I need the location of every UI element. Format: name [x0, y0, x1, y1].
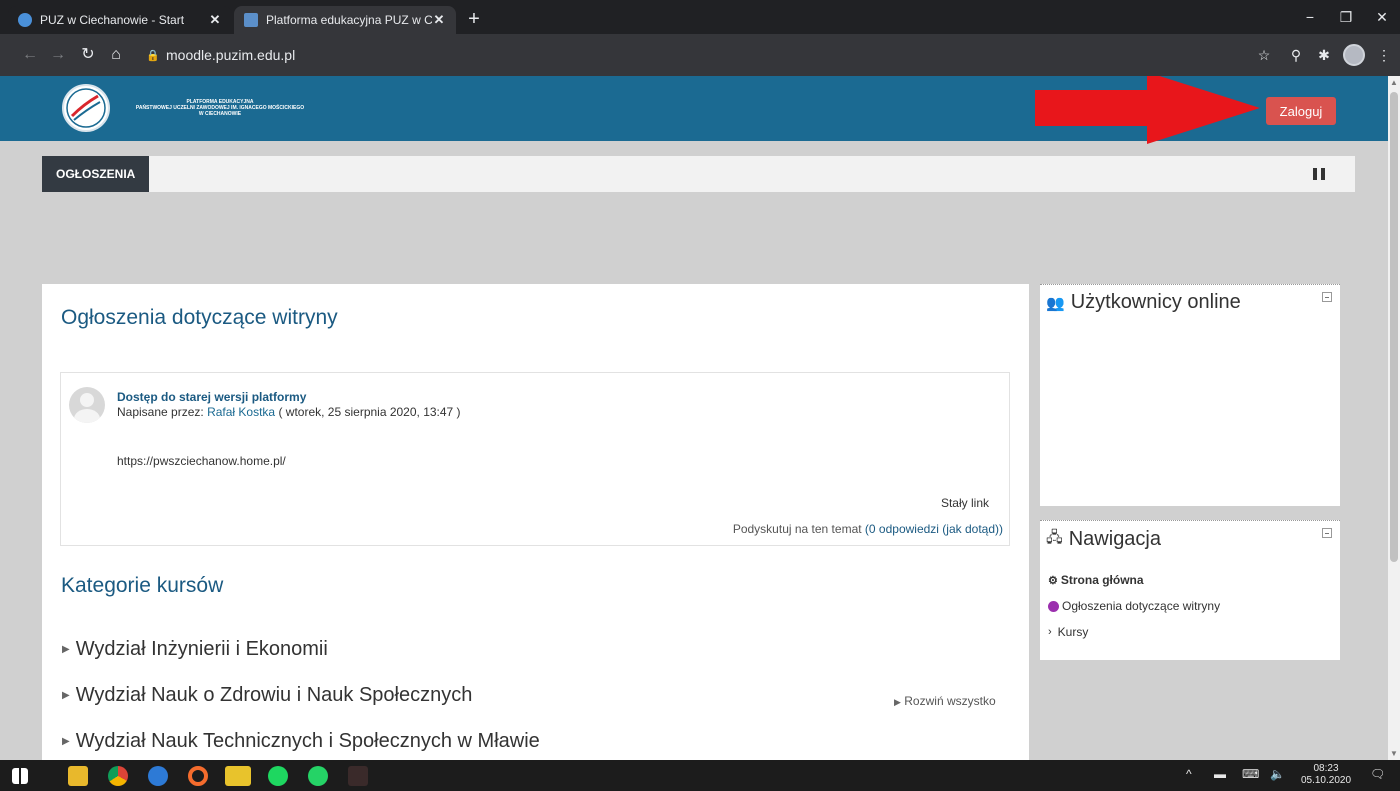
menu-item-announcements[interactable]: OGŁOSZENIA	[42, 156, 150, 192]
collapse-block-icon[interactable]	[1322, 528, 1332, 538]
restore-icon[interactable]: ❐	[1328, 0, 1364, 34]
location-pin-icon[interactable]: ⚲	[1286, 45, 1306, 65]
dashboard-icon: ⚙	[1048, 574, 1058, 587]
url-text: moodle.puzim.edu.pl	[166, 47, 296, 63]
clock-date: 05.10.2020	[1300, 775, 1352, 786]
network-icon[interactable]: ⌨	[1242, 767, 1259, 781]
app-icon[interactable]	[148, 766, 168, 786]
system-clock[interactable]: 08:23 05.10.2020	[1296, 763, 1356, 787]
nav-item-announcements[interactable]: Ogłoszenia dotyczące witryny	[1048, 599, 1220, 613]
dn-app-icon[interactable]	[225, 766, 251, 786]
logo-text: PLATFORMA EDUKACYJNA PAŃSTWOWEJ UCZELNI …	[135, 99, 305, 117]
close-tab-icon[interactable]: ✕	[208, 12, 222, 28]
online-users-block: 👥 Użytkownicy online	[1040, 284, 1340, 506]
replies-count[interactable]: (0 odpowiedzi (jak dotąd))	[865, 522, 1003, 536]
main-content: Ogłoszenia dotyczące witryny Dostęp do s…	[42, 284, 1029, 760]
bookmark-star-icon[interactable]: ☆	[1254, 45, 1274, 65]
university-logo[interactable]	[62, 84, 110, 132]
post-body: https://pwszciechanow.home.pl/	[117, 454, 286, 468]
category-item[interactable]: ▶ Wydział Nauk Technicznych i Społecznych…	[62, 730, 540, 753]
browser-tabstrip: PUZ w Ciechanowie - Start ✕ Platforma ed…	[0, 0, 1400, 34]
chevron-right-icon: ›	[1048, 626, 1052, 638]
scroll-down-icon[interactable]: ▼	[1388, 749, 1400, 758]
post-meta: Napisane przez: Rafał Kostka ( wtorek, 2…	[117, 405, 461, 419]
tab-title: PUZ w Ciechanowie - Start	[40, 13, 185, 27]
red-arrow-annotation-icon	[1035, 76, 1260, 144]
page-scrollbar[interactable]: ▲ ▼	[1388, 76, 1400, 760]
tab-platforma[interactable]: Platforma edukacyjna PUZ w Cie ✕	[234, 6, 456, 34]
address-bar[interactable]: 🔒 moodle.puzim.edu.pl	[140, 40, 1230, 70]
logo-swoosh-icon	[66, 88, 106, 128]
user-avatar-icon	[69, 387, 105, 423]
whatsapp-icon[interactable]	[308, 766, 328, 786]
new-tab-button[interactable]: +	[462, 8, 486, 32]
home-icon[interactable]: ⌂	[106, 45, 126, 65]
spotify-icon[interactable]	[268, 766, 288, 786]
windows-start-icon[interactable]	[12, 768, 28, 784]
close-tab-icon[interactable]: ✕	[432, 12, 446, 28]
announcements-title[interactable]: Ogłoszenia dotyczące witryny	[61, 306, 338, 330]
forum-post: Dostęp do starej wersji platformy Napisa…	[60, 372, 1010, 546]
extensions-puzzle-icon[interactable]: ✱	[1314, 45, 1334, 65]
forward-icon[interactable]: →	[48, 45, 68, 65]
permalink-link[interactable]: Stały link	[941, 496, 989, 510]
tray-chevron-icon[interactable]: ^	[1186, 767, 1192, 781]
custom-menu-bar: OGŁOSZENIA	[42, 156, 1355, 192]
login-button[interactable]: Zaloguj	[1266, 97, 1336, 125]
triangle-right-icon: ▶	[62, 736, 70, 748]
triangle-right-icon: ▶	[894, 697, 901, 707]
scroll-thumb[interactable]	[1390, 92, 1398, 562]
course-categories-title: Kategorie kursów	[61, 574, 224, 597]
origin-icon[interactable]	[188, 766, 208, 786]
navigation-block: 🖧 Nawigacja ⚙ Strona główna Ogłoszenia d…	[1040, 520, 1340, 660]
site-favicon-icon	[18, 13, 32, 27]
battery-icon[interactable]: ▬	[1214, 767, 1226, 781]
profile-avatar[interactable]	[1343, 44, 1365, 66]
file-explorer-icon[interactable]	[68, 766, 88, 786]
category-item[interactable]: ▶ Wydział Inżynierii i Ekonomii	[62, 638, 328, 661]
moodle-favicon-icon	[244, 13, 258, 27]
triangle-right-icon: ▶	[62, 690, 70, 702]
back-icon[interactable]: ←	[20, 45, 40, 65]
triangle-right-icon: ▶	[62, 644, 70, 656]
tab-puz-start[interactable]: PUZ w Ciechanowie - Start ✕	[8, 6, 232, 34]
category-item[interactable]: ▶ Wydział Nauk o Zdrowiu i Nauk Społeczny…	[62, 684, 472, 707]
scroll-up-icon[interactable]: ▲	[1388, 78, 1400, 87]
reload-icon[interactable]: ↻	[78, 45, 98, 65]
game-app-icon[interactable]	[348, 766, 368, 786]
expand-all-link[interactable]: ▶ Rozwiń wszystko	[894, 694, 996, 708]
windows-taskbar: ^ ▬ ⌨ 🔈 08:23 05.10.2020 🗨	[0, 760, 1400, 791]
discuss-link[interactable]: Podyskutuj na ten temat (0 odpowiedzi (j…	[733, 522, 1003, 536]
post-author-link[interactable]: Rafał Kostka	[207, 405, 275, 419]
close-window-icon[interactable]: ✕	[1364, 0, 1400, 34]
forum-icon	[1048, 600, 1059, 612]
nav-item-home[interactable]: ⚙ Strona główna	[1048, 573, 1144, 587]
online-users-title: 👥 Użytkownicy online	[1046, 291, 1241, 313]
menu-kebab-icon[interactable]: ⋮	[1374, 45, 1394, 65]
browser-toolbar: ← → ↻ ⌂ 🔒 moodle.puzim.edu.pl ☆ ⚲ ✱ ⋮	[0, 34, 1400, 76]
nav-item-courses[interactable]: › Kursy	[1048, 625, 1088, 639]
chrome-icon[interactable]	[108, 766, 128, 786]
post-subject[interactable]: Dostęp do starej wersji platformy	[117, 390, 306, 404]
pause-icon[interactable]	[1313, 168, 1325, 180]
clock-time: 08:23	[1313, 763, 1339, 774]
post-date: ( wtorek, 25 sierpnia 2020, 13:47 )	[278, 405, 461, 419]
tab-title: Platforma edukacyjna PUZ w Cie	[266, 13, 432, 27]
collapse-block-icon[interactable]	[1322, 292, 1332, 302]
volume-icon[interactable]: 🔈	[1270, 767, 1285, 781]
users-group-icon: 👥	[1046, 294, 1065, 312]
sitemap-icon: 🖧	[1046, 529, 1063, 546]
lock-icon: 🔒	[146, 49, 160, 62]
notifications-icon[interactable]: 🗨	[1370, 767, 1385, 781]
page-viewport: PLATFORMA EDUKACYJNA PAŃSTWOWEJ UCZELNI …	[0, 76, 1388, 760]
navigation-title: 🖧 Nawigacja	[1046, 528, 1161, 550]
minimize-icon[interactable]: −	[1292, 0, 1328, 34]
